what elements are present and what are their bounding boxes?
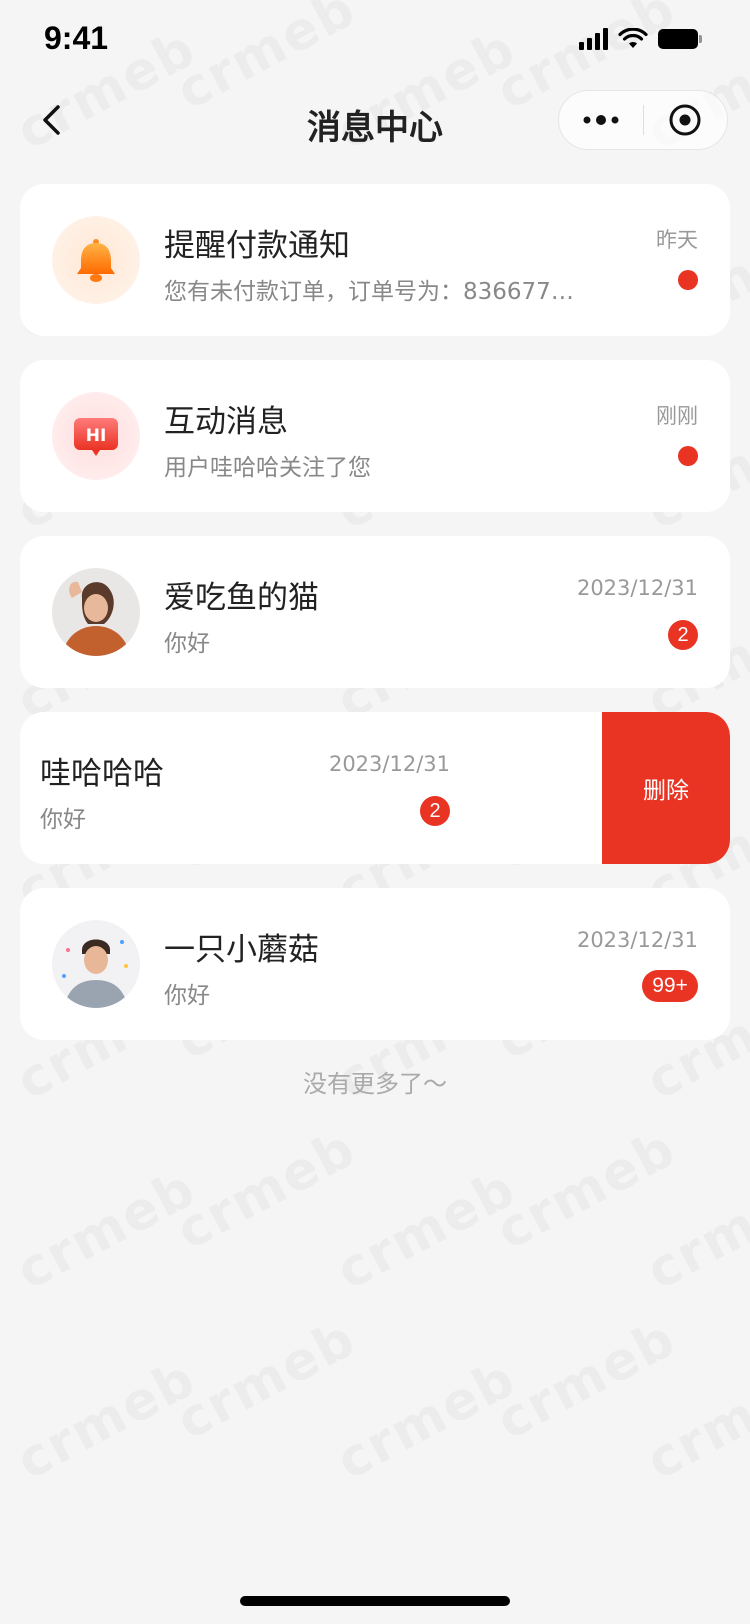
message-item-chat[interactable]: 爱吃鱼的猫 你好 2023/12/31 2 [20,536,730,688]
target-circle-icon [669,104,701,136]
unread-count-badge: 99+ [642,970,698,1002]
message-list: 提醒付款通知 您有未付款订单，订单号为：8366776... 昨天 HI 互动消… [20,184,730,1064]
message-time: 昨天 [656,228,698,252]
message-preview: 你好 [164,983,210,1009]
more-dots-icon [583,115,619,125]
unread-dot [678,270,698,290]
status-bar: 9:41 [0,0,750,80]
message-title: 爱吃鱼的猫 [164,580,319,616]
no-more-text: 没有更多了～ [303,1070,447,1098]
miniprogram-capsule [558,90,728,150]
close-miniprogram-button[interactable] [644,91,728,149]
message-preview: 用户哇哈哈关注了您 [164,455,371,481]
message-title: 一只小蘑菇 [164,932,319,968]
wifi-icon [618,28,648,48]
unread-count-badge: 2 [668,620,698,650]
hi-chat-icon: HI [74,418,118,456]
avatar-woman [52,568,140,656]
swiped-content: 哇哈哈哈 你好 2023/12/31 2 [20,712,606,864]
svg-text:HI: HI [86,426,107,446]
unread-count-badge: 2 [420,796,450,826]
unread-dot [678,446,698,466]
message-preview: 你好 [164,631,210,657]
message-preview: 您有未付款订单，订单号为：8366776... [164,279,584,305]
status-time: 9:41 [44,20,109,56]
message-item-chat-swiped[interactable]: 哇哈哈哈 你好 2023/12/31 2 删除 [20,712,730,864]
message-preview: 你好 [40,807,86,833]
message-time: 2023/12/31 [576,576,698,600]
bell-icon [77,239,115,282]
battery-icon [658,29,702,49]
message-item-chat[interactable]: 一只小蘑菇 你好 2023/12/31 99+ [20,888,730,1040]
message-title: 互动消息 [164,404,288,440]
status-icons [579,28,702,50]
navigation-bar: 消息中心 [0,88,750,152]
avatar [52,920,140,1008]
message-item-interaction[interactable]: HI 互动消息 用户哇哈哈关注了您 刚刚 [20,360,730,512]
hi-icon-badge: HI [52,392,140,480]
delete-button[interactable]: 删除 [602,712,730,864]
message-time: 刚刚 [656,404,698,428]
message-title: 提醒付款通知 [164,228,350,264]
message-item-payment-reminder[interactable]: 提醒付款通知 您有未付款订单，订单号为：8366776... 昨天 [20,184,730,336]
avatar-man [52,920,140,1008]
home-indicator [240,1596,510,1606]
more-button[interactable] [559,91,643,149]
message-time: 2023/12/31 [328,752,450,776]
cellular-signal-icon [579,28,608,50]
bell-icon-badge [52,216,140,304]
message-title: 哇哈哈哈 [40,756,164,792]
avatar [52,568,140,656]
message-time: 2023/12/31 [576,928,698,952]
